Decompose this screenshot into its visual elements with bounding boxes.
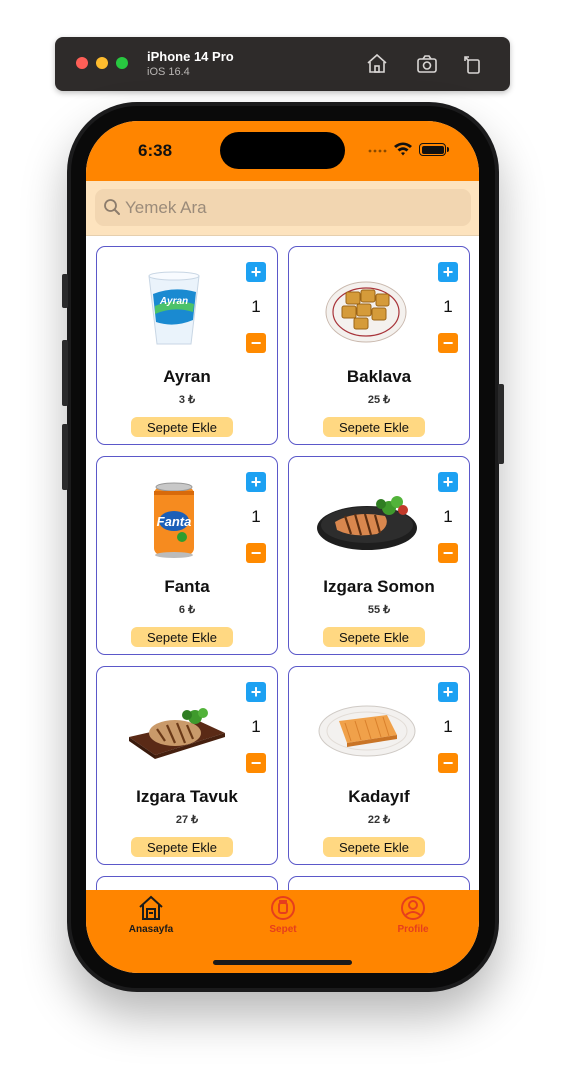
quantity-value: 1 [251,297,261,316]
product-card-izgara-tavuk: + 1 − Izgara Tavuk 27 ₺ Sepete Ekle [96,666,278,865]
tab-sepet[interactable]: Sepet [238,894,328,942]
window-minimize-button[interactable] [96,57,108,69]
tab-label: Anasayfa [128,924,174,935]
search-icon [104,199,120,215]
baklava-image [317,264,415,354]
phone-screen: 6:38 Ayran [86,121,479,973]
increase-quantity-button[interactable]: + [438,262,458,282]
search-box[interactable] [95,189,471,226]
decrease-quantity-button[interactable]: − [438,543,458,563]
search-bar-container [86,181,479,236]
product-price: 3 ₺ [178,394,196,406]
product-card-partial [96,876,278,891]
svg-text:Ayran: Ayran [159,296,188,307]
home-icon [139,895,163,920]
quantity-value: 1 [443,507,453,526]
dynamic-island [220,132,345,169]
product-card-izgara-somon: + 1 − Izgara Somon 55 ₺ Sepete Ekle [288,456,470,655]
product-name: Fanta [164,577,210,596]
increase-quantity-button[interactable]: + [438,682,458,702]
simulator-os-version: iOS 16.4 [147,66,190,78]
search-input[interactable] [125,189,445,226]
increase-quantity-button[interactable]: + [438,472,458,492]
add-to-cart-button[interactable]: Sepete Ekle [131,417,233,437]
product-price: 27 ₺ [175,814,199,826]
fanta-image: Fanta [125,474,223,564]
volume-down-button [62,424,68,490]
product-name: Izgara Somon [323,577,435,596]
quantity-value: 1 [251,717,261,736]
product-name: Ayran [163,367,211,386]
quantity-value: 1 [443,717,453,736]
product-card-partial [288,876,470,891]
window-close-button[interactable] [76,57,88,69]
grilled-chicken-image [121,684,231,774]
product-price: 55 ₺ [367,604,391,616]
product-card-ayran: Ayran + 1 − Ayran 3 ₺ Sepete Ekle [96,246,278,445]
decrease-quantity-button[interactable]: − [246,753,266,773]
decrease-quantity-button[interactable]: − [246,333,266,353]
status-time: 6:38 [138,141,173,160]
increase-quantity-button[interactable]: + [246,682,266,702]
decrease-quantity-button[interactable]: − [438,333,458,353]
simulator-device-name: iPhone 14 Pro [147,49,234,64]
quantity-value: 1 [443,297,453,316]
add-to-cart-button[interactable]: Sepete Ekle [131,627,233,647]
decrease-quantity-button[interactable]: − [438,753,458,773]
decrease-quantity-button[interactable]: − [246,543,266,563]
product-name: Izgara Tavuk [136,787,238,806]
tab-anasayfa[interactable]: Anasayfa [106,894,196,942]
tab-label: Sepet [269,924,297,935]
volume-up-button [62,340,68,406]
tab-profile[interactable]: Profile [368,894,458,942]
battery-icon [419,143,449,156]
tab-label: Profile [397,924,429,935]
wifi-icon [394,142,412,156]
add-to-cart-button[interactable]: Sepete Ekle [323,417,425,437]
grilled-salmon-image [311,474,423,564]
home-indicator[interactable] [213,960,352,965]
cellular-signal-icon [368,149,387,153]
product-list[interactable]: Ayran + 1 − Ayran 3 ₺ Sepete Ekle + 1 − … [86,236,479,891]
product-card-kadayif: + 1 − Kadayıf 22 ₺ Sepete Ekle [288,666,470,865]
tab-bar: Anasayfa Sepet Profile [86,890,479,973]
product-name: Baklava [346,367,412,386]
product-card-baklava: + 1 − Baklava 25 ₺ Sepete Ekle [288,246,470,445]
product-grid: Ayran + 1 − Ayran 3 ₺ Sepete Ekle + 1 − … [96,246,470,891]
status-bar: 6:38 [86,121,479,181]
power-button [498,384,504,464]
ayran-image: Ayran [125,264,223,354]
increase-quantity-button[interactable]: + [246,472,266,492]
add-to-cart-button[interactable]: Sepete Ekle [131,837,233,857]
svg-text:Fanta: Fanta [157,514,192,529]
product-name: Kadayıf [348,787,410,806]
rotate-icon[interactable] [460,52,484,76]
window-zoom-button[interactable] [116,57,128,69]
quantity-value: 1 [251,507,261,526]
product-card-fanta: Fanta + 1 − Fanta 6 ₺ Sepete Ekle [96,456,278,655]
profile-icon [401,896,425,920]
simulator-title-bar: iPhone 14 Pro iOS 16.4 [55,37,510,91]
screenshot-icon[interactable] [415,52,439,76]
mute-switch [62,274,68,308]
product-price: 22 ₺ [367,814,391,826]
add-to-cart-button[interactable]: Sepete Ekle [323,627,425,647]
add-to-cart-button[interactable]: Sepete Ekle [323,837,425,857]
increase-quantity-button[interactable]: + [246,262,266,282]
home-icon[interactable] [365,52,389,76]
product-price: 25 ₺ [367,394,391,406]
product-price: 6 ₺ [178,604,196,616]
kadayif-image [311,684,423,774]
cart-icon [271,896,295,920]
